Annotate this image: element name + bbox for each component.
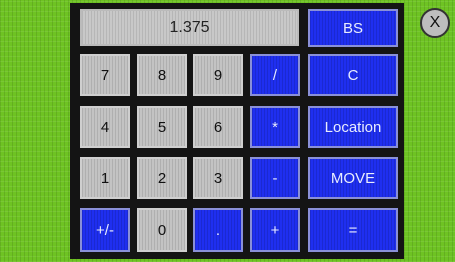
key-2[interactable]: 2 [137,157,187,199]
equals-button[interactable]: = [308,208,398,252]
backspace-button[interactable]: BS [308,9,398,47]
key-4[interactable]: 4 [80,106,130,148]
key-8[interactable]: 8 [137,54,187,96]
move-button[interactable]: MOVE [308,157,398,199]
close-button[interactable]: X [420,8,450,38]
key-plus-minus[interactable]: +/- [80,208,130,252]
key-decimal[interactable]: . [193,208,243,252]
key-9[interactable]: 9 [193,54,243,96]
key-6[interactable]: 6 [193,106,243,148]
key-7[interactable]: 7 [80,54,130,96]
close-icon: X [429,14,441,31]
result-display: 1.375 [80,9,299,46]
key-divide[interactable]: / [250,54,300,96]
key-3[interactable]: 3 [193,157,243,199]
key-add[interactable]: + [250,208,300,252]
clear-button[interactable]: C [308,54,398,96]
key-0[interactable]: 0 [137,208,187,252]
key-5[interactable]: 5 [137,106,187,148]
key-subtract[interactable]: - [250,157,300,199]
key-1[interactable]: 1 [80,157,130,199]
key-multiply[interactable]: * [250,106,300,148]
location-button[interactable]: Location [308,106,398,148]
